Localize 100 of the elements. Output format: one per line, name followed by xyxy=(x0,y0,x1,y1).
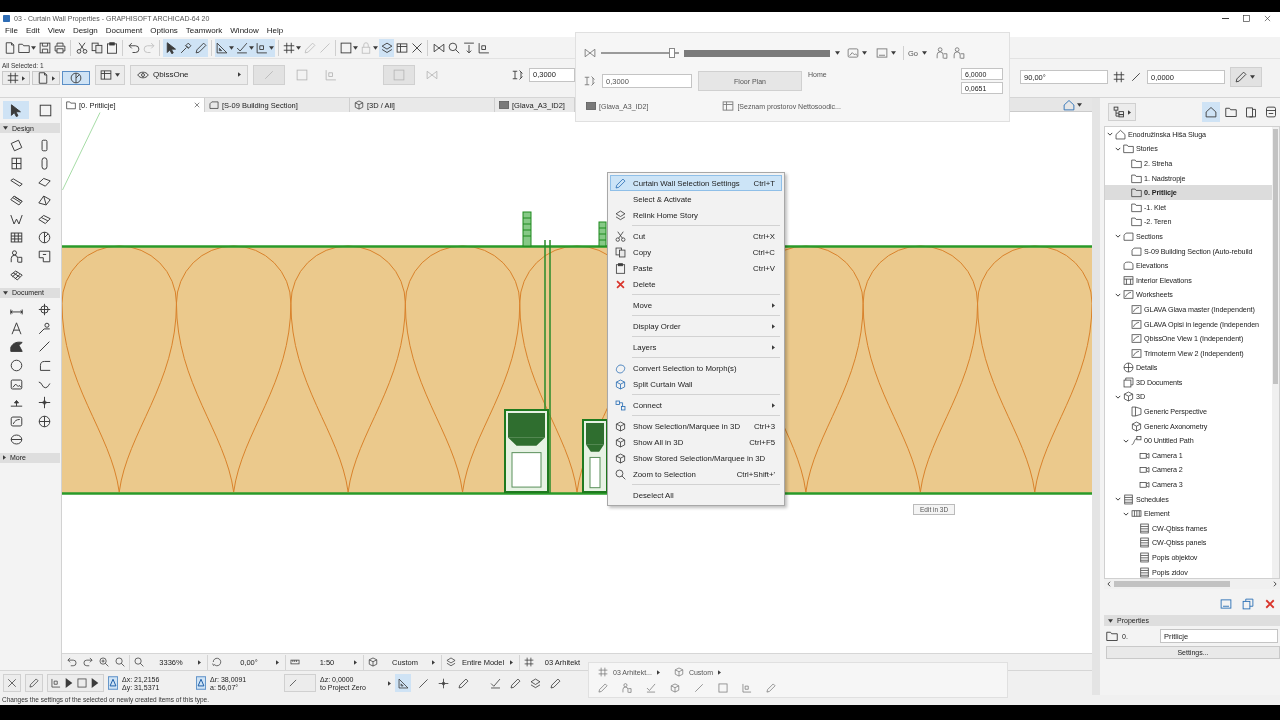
maximize-icon[interactable] xyxy=(1243,14,1250,22)
horizontal-scrollbar[interactable] xyxy=(1104,579,1280,589)
crosshair-icon xyxy=(37,303,51,317)
align-arrow-icon xyxy=(462,41,475,54)
measure-icon xyxy=(584,75,596,87)
view-button[interactable] xyxy=(845,45,869,61)
caret-icon xyxy=(269,45,274,50)
toolbar-button[interactable] xyxy=(178,38,193,57)
view-button[interactable] xyxy=(1218,596,1234,612)
text-tool-icon xyxy=(9,321,23,335)
toolbar-button[interactable] xyxy=(379,38,394,57)
delta-tile-icon[interactable] xyxy=(196,676,206,690)
menu-item[interactable]: Options xyxy=(146,24,182,37)
post xyxy=(522,211,532,247)
mode-button[interactable] xyxy=(62,71,90,85)
slider-thumb[interactable] xyxy=(669,48,676,58)
scroll-left-icon[interactable] xyxy=(1107,581,1111,587)
close-icon[interactable] xyxy=(194,102,200,108)
tool-button[interactable] xyxy=(3,101,29,119)
menu-item[interactable]: Teamwork xyxy=(181,24,227,37)
square-icon xyxy=(296,68,308,81)
close-icon[interactable] xyxy=(1264,14,1271,22)
figure-icon xyxy=(9,250,23,264)
vertical-scrollbar[interactable] xyxy=(1272,127,1279,578)
detail-circle-icon xyxy=(1123,362,1134,374)
square-icon xyxy=(340,41,352,54)
menu-item[interactable]: Help xyxy=(262,24,288,37)
expander-icon[interactable] xyxy=(1115,234,1121,239)
toolbar-button[interactable] xyxy=(215,38,235,57)
mode-button[interactable] xyxy=(32,71,60,85)
grid-icon xyxy=(524,657,534,667)
expander-icon[interactable] xyxy=(1107,132,1113,137)
caret-icon[interactable] xyxy=(388,680,391,686)
menu-item[interactable]: Document xyxy=(101,24,147,37)
layer-dropdown[interactable]: QbissOne xyxy=(130,64,248,85)
caret-icon xyxy=(510,659,514,665)
menu-item[interactable]: View xyxy=(43,24,69,37)
dial-icon xyxy=(70,72,82,84)
caret-icon[interactable] xyxy=(835,51,840,55)
tracker-button[interactable] xyxy=(47,674,104,692)
scissors-icon xyxy=(614,230,626,242)
house-icon xyxy=(1205,106,1217,118)
delete-icon xyxy=(1264,598,1276,610)
view-map-dropdown[interactable] xyxy=(1108,103,1136,121)
list-icon xyxy=(1139,522,1150,534)
caret-icon xyxy=(238,72,241,77)
view-button[interactable] xyxy=(1240,596,1256,612)
toolbar-button[interactable] xyxy=(255,38,275,57)
caret-icon xyxy=(64,678,74,688)
scroll-right-icon[interactable] xyxy=(1273,581,1277,587)
window-icon xyxy=(876,47,888,59)
view-dropdown[interactable] xyxy=(95,64,125,85)
expander-icon[interactable] xyxy=(1115,146,1121,151)
expander-icon[interactable] xyxy=(1115,497,1121,502)
grid-icon xyxy=(598,667,608,677)
cross-icon xyxy=(437,677,449,689)
arrow-pointer-icon xyxy=(9,103,23,117)
mode-button[interactable] xyxy=(2,71,30,85)
tracker-button[interactable] xyxy=(3,674,21,692)
toolbar-button[interactable] xyxy=(193,38,208,57)
map-tab[interactable] xyxy=(1202,102,1220,122)
figure-icon[interactable] xyxy=(953,47,965,59)
close-icon xyxy=(410,41,423,54)
camera-icon xyxy=(1139,479,1150,491)
delta-tile-icon[interactable] xyxy=(108,676,118,690)
tick-icon xyxy=(236,41,248,54)
expander-icon[interactable] xyxy=(1115,395,1121,399)
menu-item[interactable]: Design xyxy=(68,24,102,37)
snap-button[interactable] xyxy=(395,674,411,692)
line-icon xyxy=(417,677,429,689)
square-icon xyxy=(393,68,405,81)
curved-line-icon xyxy=(37,359,51,373)
expander-icon[interactable] xyxy=(1115,292,1121,297)
view-button[interactable] xyxy=(874,45,898,61)
pen-icon xyxy=(549,677,561,689)
menu-item[interactable]: Edit xyxy=(21,24,44,37)
caret-icon xyxy=(229,45,234,50)
square-icon xyxy=(718,683,728,693)
menu-item[interactable]: Window xyxy=(226,24,263,37)
table-icon xyxy=(395,41,408,54)
grid-icon xyxy=(1113,71,1125,83)
hierarchy-icon xyxy=(1113,106,1125,118)
fill-shape-icon xyxy=(9,340,23,354)
caret-icon xyxy=(656,669,660,675)
option-dropdown[interactable] xyxy=(1230,67,1262,87)
pen-icon xyxy=(766,683,776,693)
toolbar-button[interactable] xyxy=(235,38,255,57)
expander-icon[interactable] xyxy=(1123,511,1129,516)
list-icon xyxy=(1139,552,1150,563)
detail-circle-icon xyxy=(37,414,51,428)
sheet-icon xyxy=(1131,347,1142,359)
sheet-icon xyxy=(9,414,23,428)
figure-icon[interactable] xyxy=(936,47,948,59)
section-marker-icon xyxy=(1131,245,1142,257)
window-icon xyxy=(1220,598,1232,610)
line-icon xyxy=(37,340,51,354)
tracker-button[interactable] xyxy=(25,674,43,692)
menu-item[interactable]: File xyxy=(1,24,22,37)
expander-icon[interactable] xyxy=(1123,438,1129,443)
toolbar-button[interactable] xyxy=(163,38,178,57)
